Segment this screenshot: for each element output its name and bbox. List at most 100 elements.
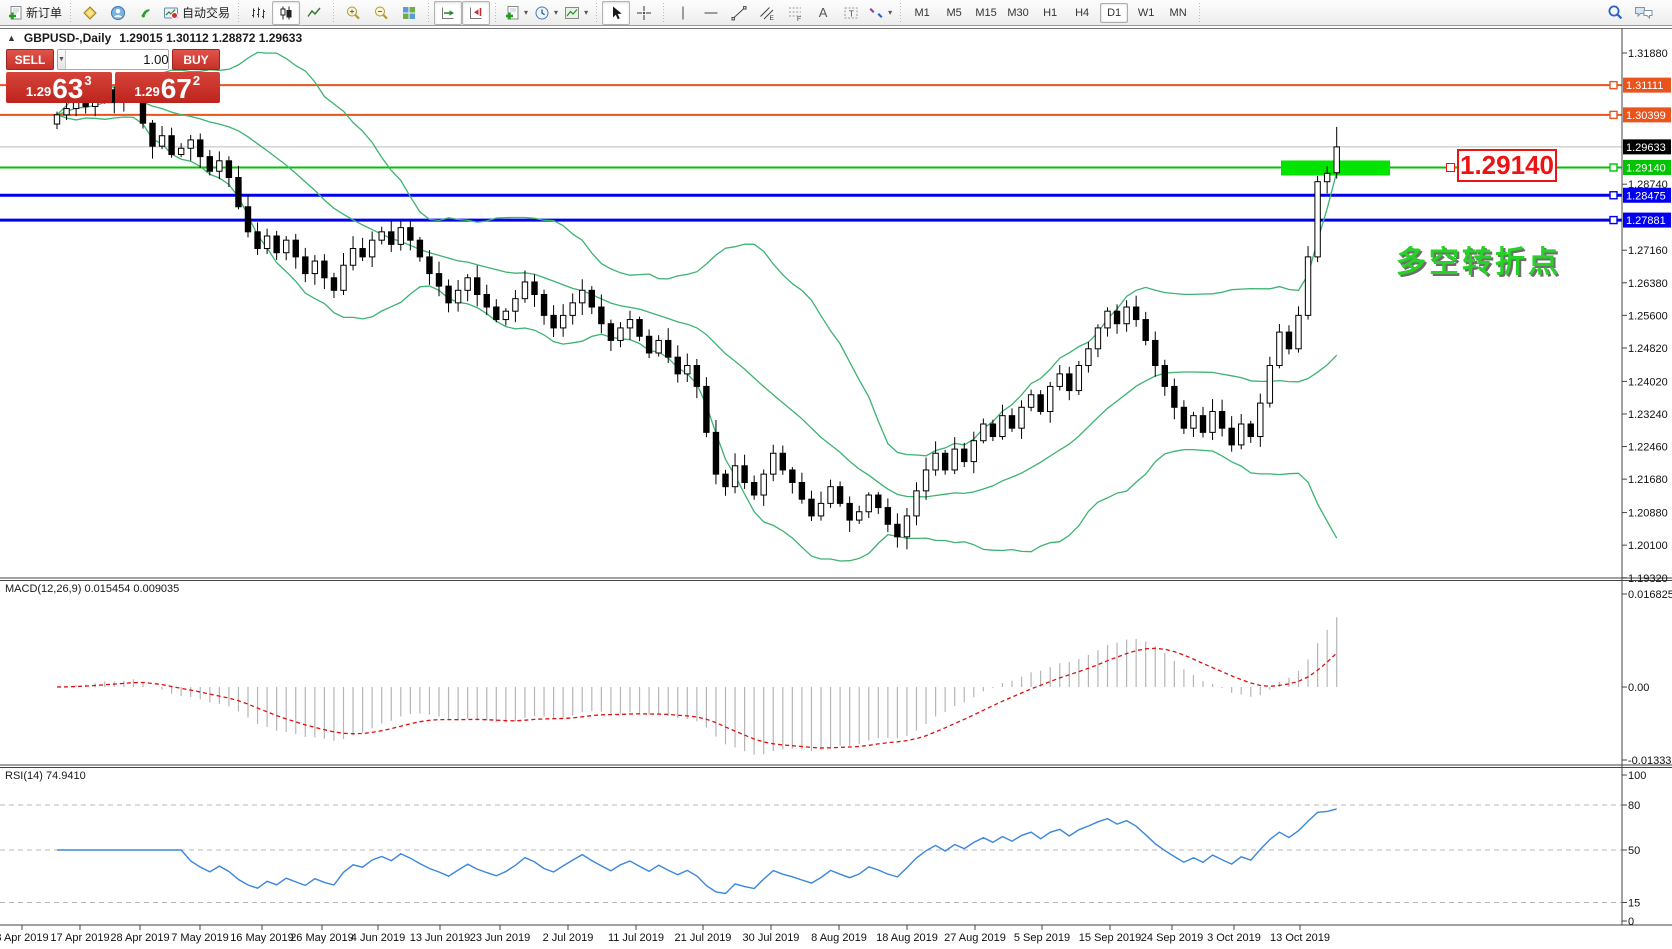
candle-body-bear [1162,366,1167,387]
candle [1219,400,1224,437]
candle [398,221,403,251]
candle [828,480,833,508]
candle-body-bull [350,249,355,266]
candle [780,446,785,475]
main-chart-panel[interactable] [0,52,1622,561]
candle-body-bear [942,453,947,470]
volume-input[interactable] [66,50,169,69]
candle [685,354,690,383]
candle [1286,325,1291,354]
volume-decrease-button[interactable]: ▼ [58,50,66,69]
candle [255,222,260,254]
date-axis-label: 11 Jul 2019 [608,932,664,944]
candle-body-bear [322,261,327,278]
candle-body-bull [1019,407,1024,428]
candle-body-bear [646,336,651,353]
candle-body-bull [188,140,193,148]
bollinger-middle-band [57,100,1337,497]
candle-body-bull [1048,386,1053,411]
price-axis-label: 1.22460 [1628,442,1668,454]
macd-axis-label: -0.013332 [1628,755,1672,767]
candle-body-bull [560,315,565,328]
candle-body-bull [503,311,508,319]
candle [866,492,871,518]
candle [379,227,384,245]
candle [962,443,967,467]
candle [417,237,422,262]
candle-body-bear [207,157,212,172]
line-drag-handle[interactable] [1610,217,1617,224]
date-axis-label: 21 Jul 2019 [675,932,732,944]
macd-panel[interactable] [57,617,1337,754]
candle-body-bear [694,366,699,387]
candle [207,150,212,175]
candle [1057,365,1062,390]
rsi-axis-label: 80 [1628,800,1640,812]
date-axis-label: 5 Sep 2019 [1014,932,1070,944]
sell-price-big: 63 [52,76,83,101]
line-drag-handle[interactable] [1610,164,1617,171]
sell-button[interactable]: SELL [6,49,54,70]
candle [560,304,565,337]
candle-body-bear [293,240,298,257]
collapse-panel-arrow[interactable]: ▲ [7,33,16,43]
price-level-flag[interactable]: 1.29140 [1457,149,1557,182]
price-axis-label: 1.24820 [1628,343,1668,355]
candle [1019,400,1024,439]
candle-body-bear [169,136,174,155]
candles [54,74,1339,549]
candle [570,293,575,324]
candle [885,498,890,532]
candle-body-bull [1076,366,1081,391]
chart-annotation-text[interactable]: 多空转折点 [1396,237,1561,281]
candle [589,286,594,314]
candle [475,265,480,306]
candle [1239,414,1244,449]
candle-body-bull [1191,416,1196,429]
line-drag-handle[interactable] [1610,111,1617,118]
line-drag-handle[interactable] [1610,192,1617,199]
candle-body-bull [1124,307,1129,324]
buy-price-display[interactable]: 1.29 67 2 [115,72,221,103]
candle-body-bull [54,115,59,124]
sell-price-display[interactable]: 1.29 63 3 [6,72,112,103]
candle-body-bull [685,366,690,374]
candle-body-bear [1200,416,1205,433]
candle [236,166,241,210]
candle-body-bull [264,236,269,249]
candle [742,455,747,489]
one-click-trading-panel: SELL ▼ ▲ BUY 1.29 63 3 1.29 67 2 [6,49,220,103]
panel-frames [0,28,1672,925]
candle-body-bear [876,495,881,508]
buy-button[interactable]: BUY [172,49,220,70]
candle-body-bear [837,487,842,504]
price-axis: 1.318801.287401.271601.263801.256001.248… [1610,48,1672,928]
candle [389,221,394,252]
candle-body-bear [1286,332,1291,349]
candle-body-bull [1028,395,1033,408]
candle-body-bull [1105,311,1110,328]
symbol-timeframe-label: GBPUSD-,Daily [24,31,111,45]
candle-body-bull [465,278,470,291]
candle-body-bull [312,261,317,274]
bollinger-bands [57,52,1337,561]
candle [1200,407,1205,438]
candle-body-bear [360,249,365,257]
price-flag-handle[interactable] [1446,163,1455,172]
candle-body-bull [971,441,976,462]
candle-body-bear [780,453,785,470]
rsi-panel[interactable] [0,805,1622,903]
line-drag-handle[interactable] [1610,82,1617,89]
candle-body-bear [255,232,260,249]
candle-body-bear [436,274,441,287]
candle [771,445,776,481]
candle-body-bull [618,328,623,341]
candle [1105,307,1110,336]
chart-canvas[interactable]: 1.318801.287401.271601.263801.256001.248… [0,0,1672,949]
candle-body-bear [1038,395,1043,412]
candle-body-bear [895,524,900,537]
candle-body-bear [331,278,336,291]
candle [895,513,900,547]
candle [188,135,193,161]
date-axis-label: 17 Apr 2019 [50,932,109,944]
